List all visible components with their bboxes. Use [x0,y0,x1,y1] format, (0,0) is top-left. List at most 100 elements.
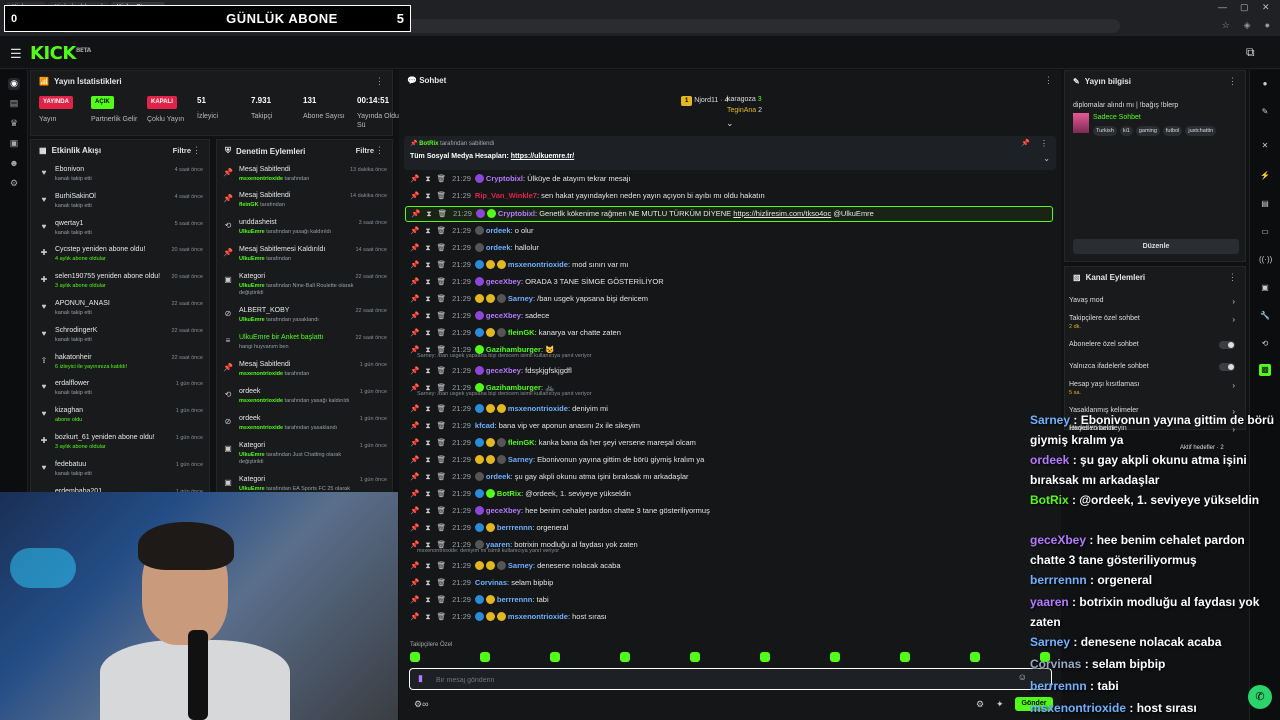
hourglass-icon[interactable]: ⧗ [425,472,430,481]
message-username[interactable]: fleinGK [508,438,535,447]
feed-item[interactable]: ♥ APONUN_ANASI kanalı takip etti 22 saat ön… [39,300,205,325]
message-icon[interactable]: ▭ [1259,226,1271,238]
emoji-icon[interactable]: ☺ [1018,672,1027,682]
delete-icon[interactable]: 🗑 [437,226,447,235]
chat-message[interactable]: 📌 ⧗ 🗑 21:29 Sarney: denesene nolacak acaba [410,559,1050,573]
mod-action-item[interactable]: 📌 Mesaj Sabitlemesi Kaldırıldı UlkuEmre ta… [223,246,389,272]
delete-icon[interactable]: 🗑 [437,404,447,413]
chat-message[interactable]: 📌 ⧗ 🗑 21:29 geceXbey: hee benim cehalet pard… [410,504,1050,518]
hourglass-icon[interactable]: ⧗ [426,209,431,218]
chevron-right-icon[interactable]: › [1232,315,1235,324]
toggle-switch[interactable] [1219,363,1235,371]
delete-icon[interactable]: 🗑 [437,612,447,621]
message-username[interactable]: msxenontrioxide [508,260,568,269]
add-widget-icon[interactable]: ▩ [1259,364,1271,376]
chevron-right-icon[interactable]: › [1232,297,1235,306]
chat-message[interactable]: 📌 ⧗ 🗑 21:29 kfcad: bana vip ver aponun anası… [410,419,1050,433]
emote-icon[interactable] [830,652,840,662]
gear-icon[interactable]: ⚙ [976,699,984,710]
pin-icon[interactable]: 📌 [410,578,419,587]
pin-icon[interactable]: 📌 [410,506,419,515]
more-icon[interactable]: ⋮ [1040,139,1048,148]
more-icon[interactable]: ⋮ [1228,76,1237,87]
pin-icon[interactable]: 📌 [410,472,419,481]
emote-icon[interactable] [620,652,630,662]
pin-icon[interactable]: 📌 [410,421,419,430]
channel-action-row[interactable]: Abonelere özel sohbet [1069,341,1241,349]
toggle-switch[interactable] [1219,341,1235,349]
dashboard-icon[interactable]: ▤ [8,98,20,110]
channel-action-row[interactable]: Takipçilere özel sohbet 2 dk. › [1069,315,1241,330]
hourglass-icon[interactable]: ⧗ [425,294,430,303]
edit-button[interactable]: Düzenle [1073,239,1239,254]
mod-action-item[interactable]: ⊘ ordeek msxenontrioxide tarafından yasakl… [223,415,389,441]
hourglass-icon[interactable]: ⧗ [425,506,430,515]
hourglass-icon[interactable]: ⧗ [425,421,430,430]
mod-action-item[interactable]: ▣ Kategori UlkuEmre tarafından Nine-Ball R… [223,273,389,299]
hourglass-icon[interactable]: ⧗ [425,455,430,464]
more-icon[interactable]: ⋮ [192,145,201,156]
pin-icon[interactable]: 📌 [410,612,419,621]
feed-item[interactable]: ♥ SchrodingerK kanalı takip etti 22 saat ön… [39,327,205,352]
message-link[interactable]: https://hizliresim.com/tkso4oc [733,209,831,218]
message-username[interactable]: msxenontrioxide [508,404,568,413]
mod-action-item[interactable]: ≡ UlkuEmre bir Anket başlattı hangi huyvan… [223,334,389,360]
mod-action-item[interactable]: 📌 Mesaj Sabitlendi msxenontrioxide tarafın… [223,166,389,192]
chat-input-box[interactable]: ▮ ☺ [409,668,1052,690]
wrench-icon[interactable]: 🔧 [1259,310,1271,322]
message-username[interactable]: geceXbey [486,366,521,375]
message-username[interactable]: ordeek [486,226,511,235]
feed-filter-button[interactable]: Filtre [173,146,191,155]
hourglass-icon[interactable]: ⧗ [425,561,430,570]
chat-message[interactable]: 📌 ⧗ 🗑 21:29 berrrennn: tabi [410,593,1050,607]
message-username[interactable]: ordeek [486,243,511,252]
stream-icon[interactable]: ◉ [8,78,20,90]
pin-icon[interactable]: 📌 [410,260,419,269]
minimize-icon[interactable]: — [1218,2,1227,12]
pencil-icon[interactable]: ✎ [1259,106,1271,118]
message-username[interactable]: Sarney [508,561,533,570]
pinned-message[interactable]: 📌 BotRix tarafından sabitlendi Tüm Sosya… [404,136,1056,170]
hourglass-icon[interactable]: ⧗ [425,328,430,337]
emote-icon[interactable] [550,652,560,662]
chat-icon[interactable]: ▣ [8,138,20,150]
delete-icon[interactable]: 🗑 [437,366,447,375]
hourglass-icon[interactable]: ⧗ [425,277,430,286]
gear-icon[interactable]: ⚙ [8,178,20,190]
delete-icon[interactable]: 🗑 [437,578,447,587]
chat-message[interactable]: 📌 ⧗ 🗑 21:29 ordeek: şu gay akpli okunu atma … [410,470,1050,484]
hourglass-icon[interactable]: ⧗ [425,366,430,375]
chat-message[interactable]: 📌 ⧗ 🗑 21:29 msxenontrioxide: mod sınırı var … [410,258,1050,272]
pin-icon[interactable]: 📌 [410,294,419,303]
delete-icon[interactable]: 🗑 [437,260,447,269]
pin-icon[interactable]: 📌 [410,404,419,413]
maximize-icon[interactable]: ▢ [1240,2,1249,13]
hourglass-icon[interactable]: ⧗ [425,404,430,413]
chevron-down-icon[interactable]: ⌄ [1043,154,1050,163]
pin-icon[interactable]: 📌 [410,523,419,532]
emote-icon[interactable] [970,652,980,662]
delete-icon[interactable]: 🗑 [437,243,447,252]
delete-icon[interactable]: 🗑 [437,311,447,320]
trophy-icon[interactable]: ♛ [8,118,20,130]
close-icon[interactable]: ✕ [1259,140,1271,152]
chat-message[interactable]: 📌 ⧗ 🗑 21:29 Cryptobixl: Genetlk kökenime rağ… [405,206,1053,222]
hourglass-icon[interactable]: ⧗ [425,489,430,498]
delete-icon[interactable]: 🗑 [437,277,447,286]
hourglass-icon[interactable]: ⧗ [425,438,430,447]
hourglass-icon[interactable]: ⧗ [425,311,430,320]
message-username[interactable]: msxenontrioxide [508,612,568,621]
hourglass-icon[interactable]: ⧗ [425,612,430,621]
chevron-right-icon[interactable]: › [1232,381,1235,390]
message-username[interactable]: ordeek [486,472,511,481]
mod-action-item[interactable]: 📌 Mesaj Sabitlendi msxenontrioxide tarafın… [223,361,389,387]
chat-message[interactable]: 📌 ⧗ 🗑 21:29 fleinGK: kanarya var chatte zate… [410,326,1050,340]
info-icon[interactable]: ● [1259,78,1271,90]
delete-icon[interactable]: 🗑 [437,561,447,570]
pin-icon[interactable]: 📌 [410,174,419,183]
chat-message[interactable]: 📌 ⧗ 🗑 21:29 Sarney: Ebonivonun yayına gittim… [410,453,1050,467]
close-icon[interactable]: ✕ [1262,2,1270,13]
delete-icon[interactable]: 🗑 [437,294,447,303]
message-username[interactable]: kfcad [475,421,495,430]
hourglass-icon[interactable]: ⧗ [425,174,430,183]
